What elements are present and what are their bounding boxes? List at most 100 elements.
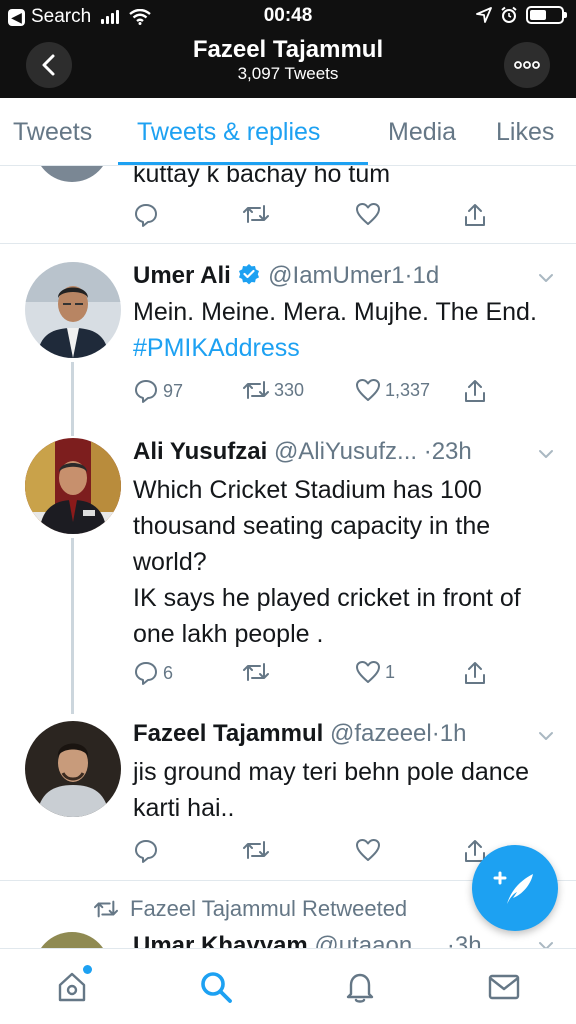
chevron-down-icon[interactable] [538, 270, 554, 286]
tweet-text: jis ground may teri behn pole dance kart… [133, 758, 537, 822]
avatar-image [25, 438, 121, 534]
retweet-icon [93, 900, 119, 918]
author-name[interactable]: Umar Khayyam [133, 932, 308, 948]
tweet-text: Mein. Meine. Mera. Mujhe. The End. #PMIK… [133, 294, 553, 366]
bell-icon [346, 973, 374, 1003]
tweet-header: Umar Khayyam @utaaon ·3h [133, 932, 482, 948]
retweet-icon [243, 381, 269, 399]
unread-dot [83, 965, 92, 974]
nav-home[interactable] [52, 965, 92, 1007]
author-handle[interactable]: @IamUmer1 [268, 262, 404, 289]
share-icon [465, 662, 485, 684]
like-button[interactable]: 1 [355, 660, 395, 684]
avatar[interactable] [25, 262, 121, 358]
avatar[interactable] [25, 438, 121, 534]
search-icon [201, 972, 232, 1003]
reply-button[interactable]: 6 [133, 660, 173, 686]
avatar[interactable] [34, 932, 110, 948]
reply-count: 6 [163, 662, 174, 683]
like-count: 1 [385, 661, 396, 682]
reply-button[interactable] [133, 838, 159, 864]
home-icon [58, 972, 86, 1002]
hashtag-link[interactable]: #PMIKAddress [133, 334, 300, 362]
like-count: 1,337 [385, 379, 431, 400]
nav-messages[interactable] [484, 967, 524, 1007]
nav-search[interactable] [196, 967, 236, 1007]
active-tab-indicator [118, 162, 368, 165]
chevron-down-icon[interactable] [538, 446, 554, 462]
status-right [476, 6, 567, 24]
tweet-actions [133, 838, 493, 868]
reply-button[interactable]: 97 [133, 378, 183, 404]
retweet-button[interactable]: 330 [242, 378, 304, 402]
retweeted-by-label[interactable]: Fazeel Tajammul Retweeted [130, 896, 407, 922]
chevron-down-icon[interactable] [538, 938, 554, 948]
share-icon [465, 204, 485, 226]
like-button[interactable]: 1,337 [355, 378, 430, 402]
author-handle[interactable]: @utaaon [314, 932, 412, 948]
tweet-time: ·23h [417, 438, 472, 465]
more-icon [514, 61, 540, 69]
tweet-actions [133, 202, 493, 232]
nav-notifications[interactable] [340, 967, 380, 1007]
retweet-button[interactable] [242, 838, 270, 862]
share-button[interactable] [463, 378, 487, 404]
thread-line [71, 362, 74, 436]
author-name[interactable]: Fazeel Tajammul [133, 720, 323, 747]
verified-icon [239, 264, 260, 285]
tweet-header: Ali Yusufzai @AliYusufz... ·23h [133, 438, 472, 466]
compose-icon [493, 871, 533, 904]
author-handle[interactable]: @AliYusufz... [274, 438, 417, 465]
retweet-button[interactable] [242, 660, 274, 684]
retweet-button[interactable] [242, 202, 270, 226]
author-name[interactable]: Ali Yusufzai [133, 438, 267, 465]
tab-media[interactable]: Media [388, 118, 456, 147]
like-button[interactable] [355, 838, 381, 862]
timeline[interactable]: kuttay k bachay ho tum Umer Ali @IamUmer… [0, 166, 576, 948]
tweet-time: ·1h [431, 720, 467, 747]
reply-icon [135, 840, 157, 863]
more-options-button[interactable] [504, 42, 550, 88]
retweet-count: 330 [274, 379, 305, 400]
share-icon [465, 380, 485, 402]
chevron-down-icon[interactable] [538, 728, 554, 744]
reply-icon [135, 662, 157, 685]
heart-icon [356, 379, 380, 401]
tweet-text: kuttay k bachay ho tum [133, 166, 391, 188]
profile-header: ◀ Search 00:48 Fazeel Tajammul 3,097 Twe… [0, 0, 576, 98]
bottom-navigation [0, 948, 576, 1024]
retweet-icon [243, 205, 269, 223]
heart-icon [356, 661, 380, 683]
tab-tweets-and-replies[interactable]: Tweets & replies [137, 118, 320, 147]
tweet-header: Fazeel Tajammul @fazeeel·1h [133, 720, 466, 748]
retweet-icon [243, 663, 269, 681]
compose-tweet-button[interactable] [472, 845, 558, 931]
like-button[interactable] [355, 202, 381, 226]
tweet-body: Mein. Meine. Mera. Mujhe. The End. [133, 298, 544, 326]
tab-tweets[interactable]: Tweets [13, 118, 92, 147]
heart-icon [356, 839, 380, 861]
location-icon [476, 7, 492, 23]
avatar[interactable] [25, 721, 121, 817]
reply-icon [135, 380, 157, 403]
tweet-actions: 6 1 [133, 660, 493, 690]
battery-icon [526, 6, 567, 24]
share-button[interactable] [463, 660, 487, 686]
profile-name: Fazeel Tajammul [192, 36, 384, 63]
share-button[interactable] [463, 202, 487, 228]
tweet-divider [0, 243, 576, 244]
tweet-text: Which Cricket Stadium has 100 thousand s… [133, 476, 521, 648]
status-bar: ◀ Search 00:48 [0, 0, 576, 32]
reply-button[interactable] [133, 202, 159, 228]
author-handle[interactable]: @fazeeel [330, 720, 432, 747]
profile-tabs: Tweets Tweets & replies Media Likes [0, 98, 576, 166]
retweet-context: Fazeel Tajammul Retweeted [92, 896, 407, 922]
tweet-time: ·1d [404, 262, 440, 289]
avatar[interactable] [34, 166, 110, 182]
tweet-actions: 97 330 1,337 [133, 378, 493, 408]
tweet-count: 3,097 Tweets [237, 64, 339, 83]
author-name[interactable]: Umer Ali [133, 262, 231, 289]
avatar-image [25, 262, 121, 358]
tweet-header: Umer Ali @IamUmer1·1d [133, 262, 439, 290]
tab-likes[interactable]: Likes [496, 118, 554, 147]
